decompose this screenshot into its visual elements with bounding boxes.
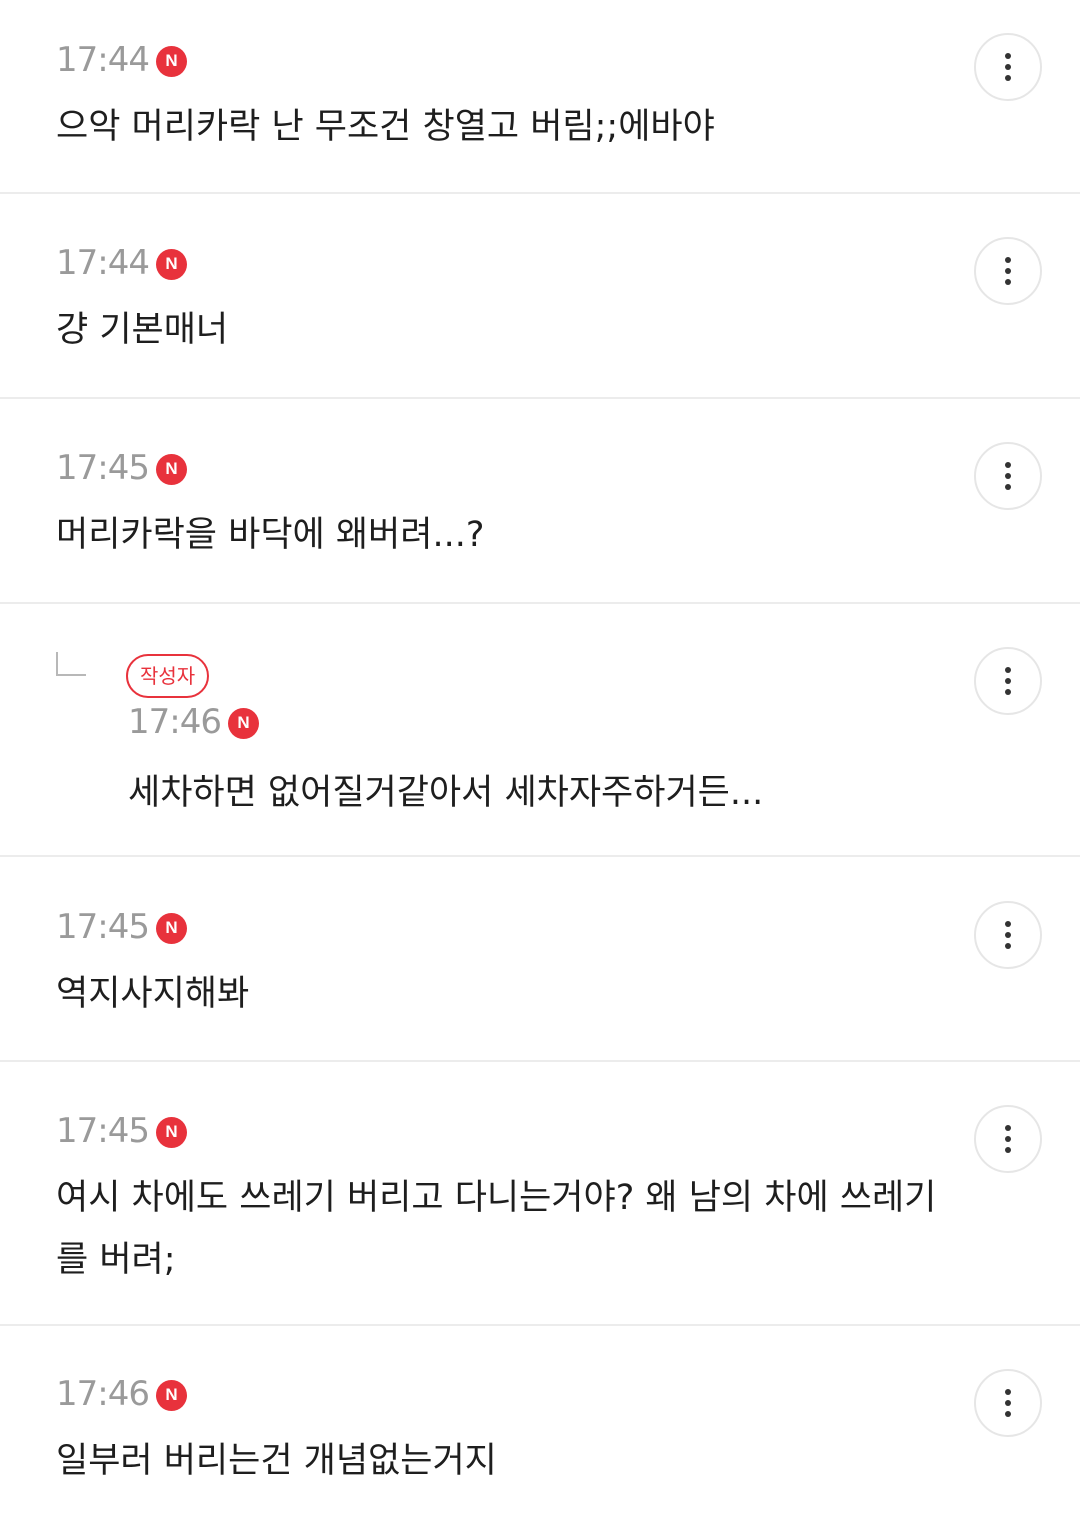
comment-item: 17:44 N 걍 기본매너 (0, 194, 1080, 399)
new-badge: N (155, 1116, 187, 1148)
comment-list: 17:44 N 으악 머리카락 난 무조건 창열고 버림;;에바야 17:44 … (0, 0, 1080, 1521)
comment-time: 17:45 (56, 1111, 150, 1151)
new-badge: N (155, 912, 187, 944)
comment-text: 걍 기본매너 (56, 310, 229, 350)
comment-text: 역지사지해봐 (56, 974, 250, 1014)
comment-item: 17:45 N 여시 차에도 쓰레기 버리고 다니는거야? 왜 남의 차에 쓰레… (0, 1062, 1080, 1326)
more-options-button[interactable] (974, 1105, 1042, 1173)
comment-meta: 17:46 N (56, 1374, 187, 1414)
more-options-button[interactable] (974, 1369, 1042, 1437)
reply-arrow-icon (56, 652, 86, 676)
comment-time: 17:44 (56, 40, 150, 80)
more-options-button[interactable] (974, 33, 1042, 101)
comment-text: 으악 머리카락 난 무조건 창열고 버림;;에바야 (56, 107, 715, 147)
more-vertical-icon (1005, 667, 1011, 695)
more-vertical-icon (1005, 921, 1011, 949)
comment-meta: 17:44 N (56, 243, 187, 283)
more-options-button[interactable] (974, 901, 1042, 969)
more-vertical-icon (1005, 462, 1011, 490)
reply-comment-item: 작성자 17:46 N 세차하면 없어질거같아서 세차자주하거든... (0, 604, 1080, 857)
more-options-button[interactable] (974, 647, 1042, 715)
more-options-button[interactable] (974, 442, 1042, 510)
more-options-button[interactable] (974, 237, 1042, 305)
new-badge: N (155, 45, 187, 77)
comment-text: 여시 차에도 쓰레기 버리고 다니는거야? 왜 남의 차에 쓰레기를 버려; (56, 1178, 937, 1280)
new-badge: N (227, 707, 259, 739)
new-badge: N (155, 248, 187, 280)
comment-item: 17:45 N 역지사지해봐 (0, 857, 1080, 1062)
more-vertical-icon (1005, 1125, 1011, 1153)
comment-item: 17:44 N 으악 머리카락 난 무조건 창열고 버림;;에바야 (0, 0, 1080, 194)
comment-text: 일부러 버리는건 개념없는거지 (56, 1441, 497, 1481)
comment-meta: 17:45 N (56, 907, 187, 947)
comment-item: 17:46 N 일부러 버리는건 개념없는거지 (0, 1326, 1080, 1521)
comment-time: 17:45 (56, 448, 150, 488)
comment-meta: 17:45 N (56, 1111, 187, 1151)
more-vertical-icon (1005, 257, 1011, 285)
comment-text: 머리카락을 바닥에 왜버려...? (56, 515, 485, 555)
comment-time: 17:45 (56, 907, 150, 947)
comment-time: 17:46 (56, 1374, 150, 1414)
new-badge: N (155, 1379, 187, 1411)
more-vertical-icon (1005, 1389, 1011, 1417)
comment-time: 17:46 (128, 702, 222, 742)
comment-time: 17:44 (56, 243, 150, 283)
comment-meta: 17:44 N (56, 40, 187, 80)
comment-text: 세차하면 없어질거같아서 세차자주하거든... (128, 773, 764, 813)
comment-item: 17:45 N 머리카락을 바닥에 왜버려...? (0, 399, 1080, 604)
author-badge: 작성자 (126, 654, 210, 698)
more-vertical-icon (1005, 53, 1011, 81)
comment-meta: 17:46 N (128, 702, 259, 742)
new-badge: N (155, 453, 187, 485)
comment-meta: 17:45 N (56, 448, 187, 488)
